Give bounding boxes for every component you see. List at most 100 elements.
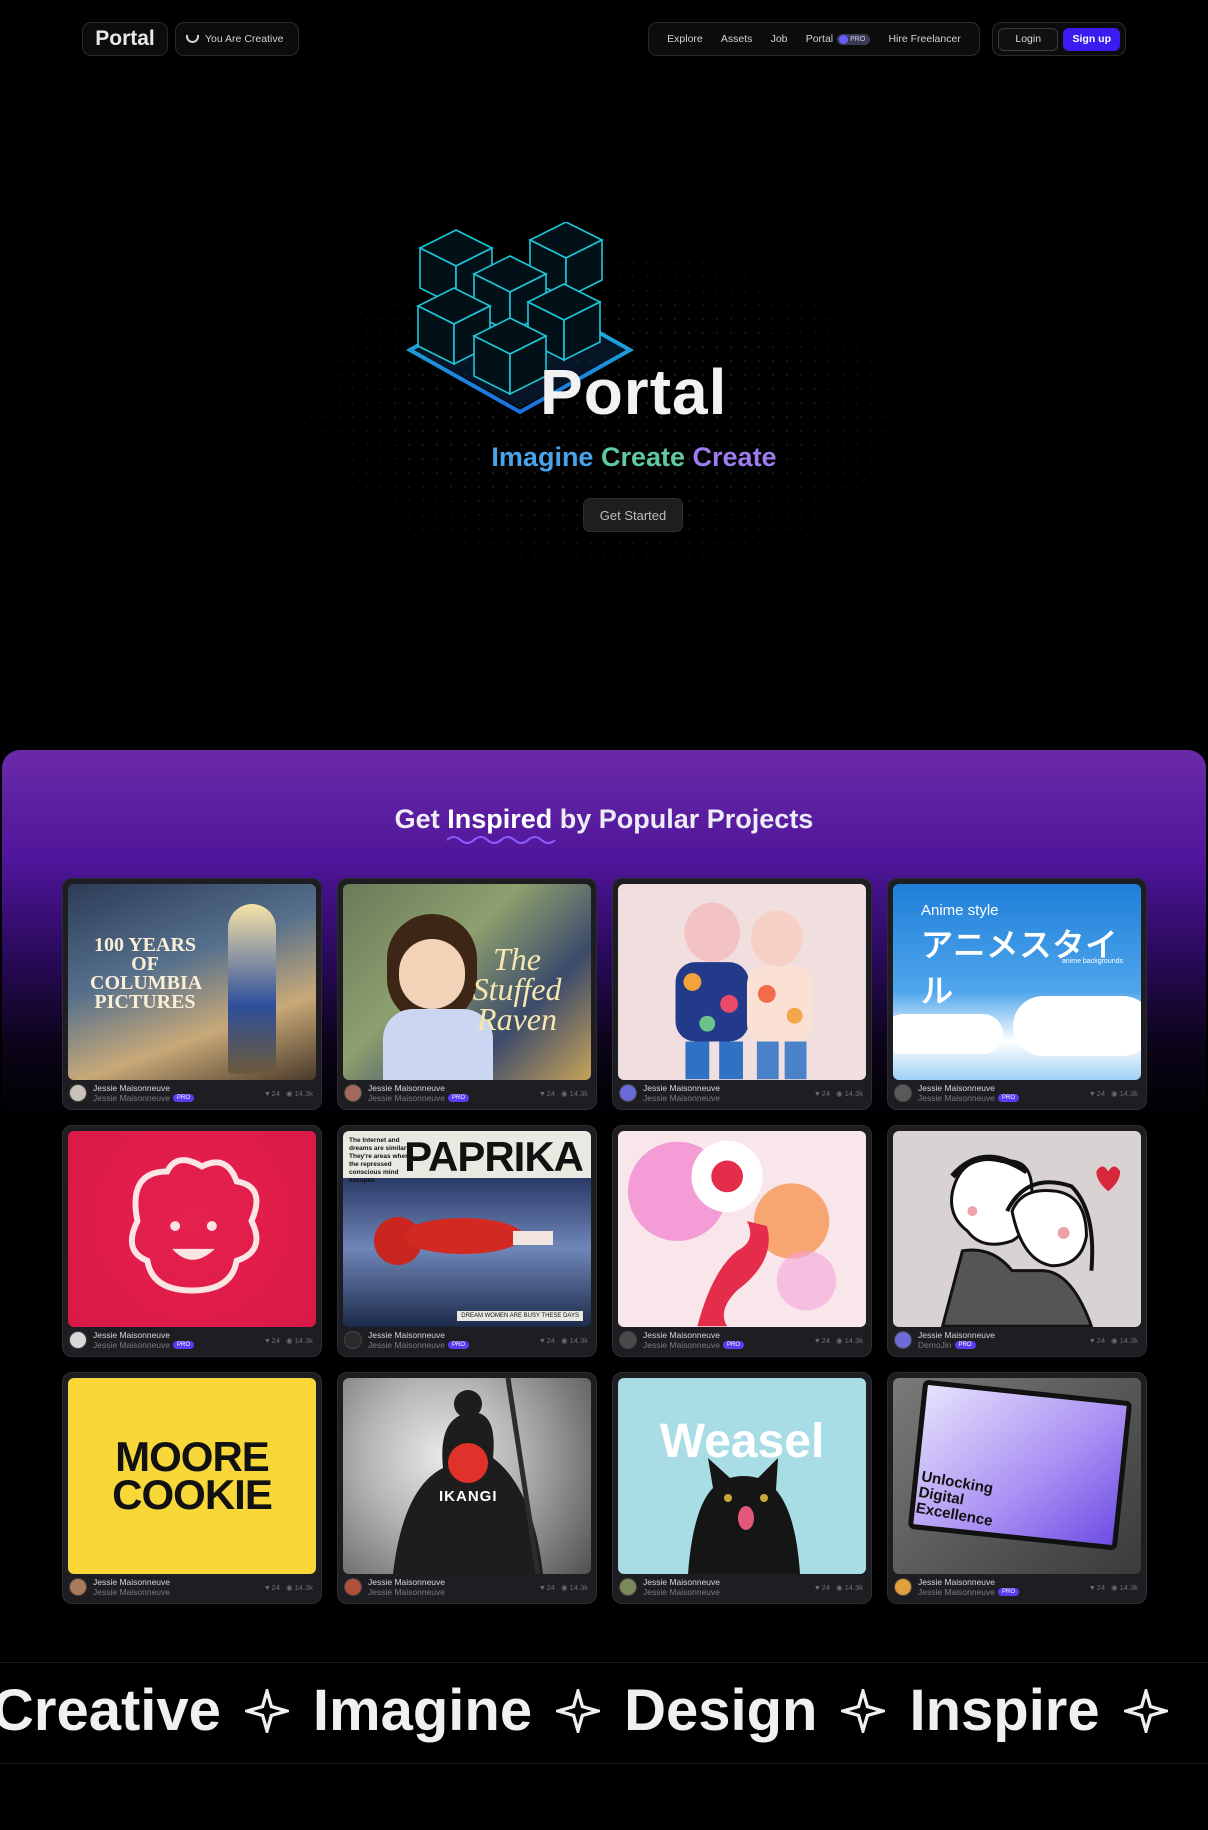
avatar[interactable]: [894, 1084, 912, 1102]
project-thumbnail: 100 YEARS OF COLUMBIA PICTURES: [68, 884, 316, 1080]
heart-icon: ♥: [1090, 1088, 1095, 1098]
get-started-button[interactable]: Get Started: [583, 498, 683, 532]
avatar[interactable]: [69, 1578, 87, 1596]
project-card[interactable]: Jessie Maisonneuve Jessie Maisonneuve ♥ 2…: [612, 878, 872, 1110]
project-thumbnail: Unlocking Digital Excellence: [893, 1378, 1141, 1574]
card-stats: ♥ 24 ◉ 14.3k: [540, 1336, 588, 1345]
pro-badge: PRO: [998, 1588, 1020, 1596]
avatar[interactable]: [619, 1578, 637, 1596]
likes-count: ♥ 24: [540, 1582, 555, 1592]
author-name[interactable]: Jessie Maisonneuve: [918, 1083, 1090, 1093]
heart-icon: ♥: [1090, 1582, 1095, 1592]
avatar[interactable]: [894, 1331, 912, 1349]
avatar[interactable]: [619, 1084, 637, 1102]
project-card[interactable]: MOORE COOKIE Jessie Maisonneuve Jessie Ma…: [62, 1372, 322, 1604]
heart-icon: ♥: [265, 1335, 270, 1345]
menu-item-portal[interactable]: Portal PRO: [806, 33, 871, 45]
project-card[interactable]: The Internet and dreams are similar They…: [337, 1125, 597, 1357]
author-name[interactable]: Jessie Maisonneuve: [918, 1577, 1090, 1587]
logo[interactable]: Portal: [82, 22, 168, 56]
author-name[interactable]: Jessie Maisonneuve: [93, 1330, 265, 1340]
flower-art: [627, 1140, 837, 1327]
author-subname: Jessie Maisonneuve: [93, 1093, 171, 1103]
heart-icon: ♥: [540, 1582, 545, 1592]
pro-badge: PRO: [837, 33, 871, 45]
project-card[interactable]: IKANGI Jessie Maisonneuve Jessie Maisonne…: [337, 1372, 597, 1604]
heart-icon: ♥: [540, 1335, 545, 1345]
pro-badge: PRO: [173, 1094, 195, 1102]
eye-icon: ◉: [1111, 1088, 1118, 1098]
views-count: ◉ 14.3k: [561, 1088, 588, 1098]
eye-icon: ◉: [561, 1088, 568, 1098]
marquee-word: Inspire: [909, 1678, 1100, 1743]
views-count: ◉ 14.3k: [836, 1088, 863, 1098]
marquee-banner: Creative Imagine Design Inspire: [0, 1662, 1208, 1764]
author-name[interactable]: Jessie Maisonneuve: [368, 1083, 540, 1093]
thumbnail-footer-text: DREAM WOMEN ARE BUSY THESE DAYS: [457, 1311, 583, 1321]
avatar[interactable]: [69, 1084, 87, 1102]
title-emphasis-text: Inspired: [447, 804, 553, 834]
avatar[interactable]: [344, 1578, 362, 1596]
project-thumbnail: [618, 884, 866, 1080]
menu-item-assets[interactable]: Assets: [721, 33, 753, 45]
you-are-creative-pill[interactable]: You Are Creative: [175, 22, 299, 56]
hero-tagline: Imagine Create Create: [0, 442, 1208, 473]
views-count: ◉ 14.3k: [561, 1582, 588, 1592]
card-meta: Jessie Maisonneuve Jessie Maisonneuve ♥ 2…: [69, 1575, 313, 1599]
author-name[interactable]: Jessie Maisonneuve: [368, 1330, 540, 1340]
project-card[interactable]: 100 YEARS OF COLUMBIA PICTURES Jessie Ma…: [62, 878, 322, 1110]
signup-button[interactable]: Sign up: [1063, 27, 1120, 51]
card-meta: Jessie Maisonneuve Jessie Maisonneuve ♥ 2…: [619, 1575, 863, 1599]
project-card[interactable]: Jessie Maisonneuve Jessie Maisonneuve PRO …: [612, 1125, 872, 1357]
likes-count: ♥ 24: [265, 1582, 280, 1592]
card-stats: ♥ 24 ◉ 14.3k: [540, 1089, 588, 1098]
thumbnail-text: IKANGI: [439, 1488, 498, 1505]
avatar[interactable]: [69, 1331, 87, 1349]
likes-count: ♥ 24: [540, 1088, 555, 1098]
sparkle-icon: [841, 1688, 886, 1733]
project-card[interactable]: Jessie Maisonneuve DemoJin PRO ♥ 24 ◉ 14.3k: [887, 1125, 1147, 1357]
menu-item-job[interactable]: Job: [771, 33, 788, 45]
heart-icon: ♥: [815, 1582, 820, 1592]
heart-icon: ♥: [265, 1582, 270, 1592]
pro-icon: [839, 34, 849, 44]
cartoon-face-art: [128, 1157, 260, 1294]
likes-count: ♥ 24: [815, 1335, 830, 1345]
pro-badge: PRO: [954, 1341, 976, 1349]
eye-icon: ◉: [1111, 1582, 1118, 1592]
project-card[interactable]: The Stuffed Raven Jessie Maisonneuve Jess…: [337, 878, 597, 1110]
thumbnail-text: The Stuffed Raven: [472, 941, 562, 1037]
author-name[interactable]: Jessie Maisonneuve: [643, 1577, 815, 1587]
menu-item-hire-freelancer[interactable]: Hire Freelancer: [888, 33, 960, 45]
avatar[interactable]: [894, 1578, 912, 1596]
card-stats: ♥ 24 ◉ 14.3k: [815, 1089, 863, 1098]
logo-text: Portal: [95, 27, 155, 50]
card-meta: Jessie Maisonneuve Jessie Maisonneuve PRO …: [344, 1328, 588, 1352]
avatar[interactable]: [344, 1331, 362, 1349]
statue-art: [228, 904, 276, 1074]
avatar[interactable]: [344, 1084, 362, 1102]
author-subname: Jessie Maisonneuve: [643, 1340, 721, 1350]
girl-face-art: [399, 939, 465, 1009]
avatar[interactable]: [619, 1331, 637, 1349]
author-name[interactable]: Jessie Maisonneuve: [93, 1083, 265, 1093]
menu-item-explore[interactable]: Explore: [667, 33, 703, 45]
project-card[interactable]: Unlocking Digital Excellence Jessie Mais…: [887, 1372, 1147, 1604]
card-meta: Jessie Maisonneuve Jessie Maisonneuve PRO …: [619, 1328, 863, 1352]
card-stats: ♥ 24 ◉ 14.3k: [265, 1336, 313, 1345]
author-name[interactable]: Jessie Maisonneuve: [643, 1083, 815, 1093]
author-name[interactable]: Jessie Maisonneuve: [93, 1577, 265, 1587]
project-card[interactable]: Weasel Jessie Maisonneuve Jessie Maisonne…: [612, 1372, 872, 1604]
views-count: ◉ 14.3k: [1111, 1335, 1138, 1345]
author-name[interactable]: Jessie Maisonneuve: [368, 1577, 540, 1587]
likes-count: ♥ 24: [1090, 1335, 1105, 1345]
card-stats: ♥ 24 ◉ 14.3k: [1090, 1583, 1138, 1592]
card-meta: Jessie Maisonneuve Jessie Maisonneuve ♥ 2…: [619, 1081, 863, 1105]
project-card[interactable]: Jessie Maisonneuve Jessie Maisonneuve PRO …: [62, 1125, 322, 1357]
login-button[interactable]: Login: [998, 27, 1059, 51]
author-name[interactable]: Jessie Maisonneuve: [643, 1330, 815, 1340]
project-card[interactable]: Anime style アニメスタイル anime backgrounds Je…: [887, 878, 1147, 1110]
card-stats: ♥ 24 ◉ 14.3k: [1090, 1089, 1138, 1098]
author-name[interactable]: Jessie Maisonneuve: [918, 1330, 1090, 1340]
cat-art: [688, 1458, 800, 1574]
